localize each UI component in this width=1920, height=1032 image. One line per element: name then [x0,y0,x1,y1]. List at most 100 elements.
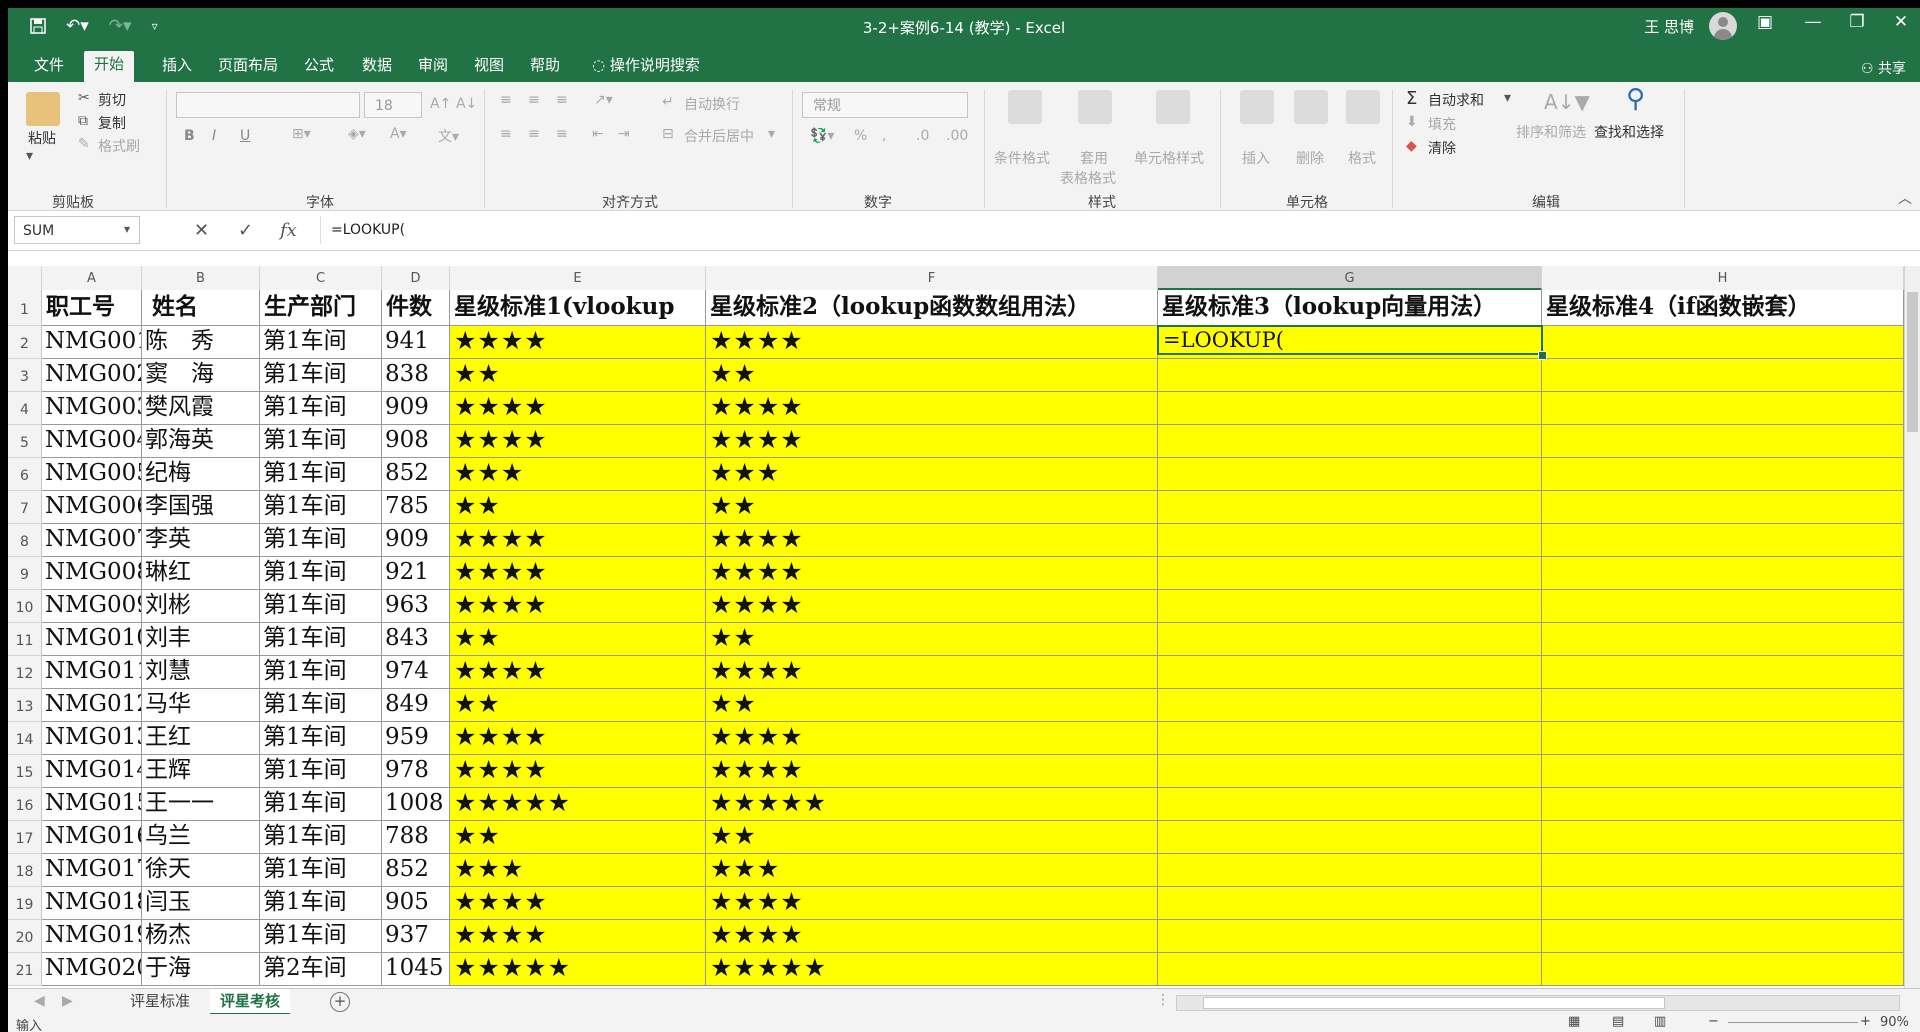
cell-s1[interactable]: ★★★★ [450,755,706,788]
fill-handle[interactable] [1538,351,1547,360]
cell-name[interactable]: 王一一 [142,788,260,821]
insert-cells-button[interactable]: 插入 [1242,148,1270,168]
cell-empty[interactable] [1158,425,1542,458]
tab-page-layout[interactable]: 页面布局 [208,52,288,82]
cell-empty[interactable] [1542,524,1904,557]
cell-name[interactable]: 王红 [142,722,260,755]
prev-sheet-icon[interactable]: ◀ [34,993,45,1009]
cell-count[interactable]: 905 [382,887,450,920]
header-cell[interactable]: 星级标准3（lookup向量用法） [1158,290,1542,326]
row-header[interactable]: 21 [8,953,42,986]
cell-empty[interactable] [1542,557,1904,590]
decrease-decimal-icon[interactable]: .00 [946,128,968,144]
select-all-corner[interactable] [8,266,42,290]
cell-s2[interactable]: ★★★★ [706,755,1158,788]
cell-count[interactable]: 978 [382,755,450,788]
cell-id[interactable]: NMG017 [42,854,142,887]
cell-count[interactable]: 788 [382,821,450,854]
cell-dept[interactable]: 第1车间 [260,623,382,656]
row-header[interactable]: 19 [8,887,42,920]
cell-s1[interactable]: ★★ [450,623,706,656]
row-header[interactable]: 13 [8,689,42,722]
format-painter-button[interactable]: 格式刷 [98,136,140,156]
wrap-text-button[interactable]: 自动换行 [684,94,740,114]
increase-indent-icon[interactable]: ⇥ [618,126,630,142]
cancel-icon[interactable]: ✕ [194,220,209,241]
cell-s1[interactable]: ★★ [450,359,706,392]
row-header[interactable]: 11 [8,623,42,656]
cell-s2[interactable]: ★★★★ [706,557,1158,590]
cell-count[interactable]: 1045 [382,953,450,986]
cell-empty[interactable] [1158,458,1542,491]
tell-me-search[interactable]: ◌ 操作说明搜索 [582,52,710,82]
cell-id[interactable]: NMG004 [42,425,142,458]
cell-s2[interactable]: ★★★★ [706,656,1158,689]
row-header[interactable]: 14 [8,722,42,755]
cell-name[interactable]: 刘慧 [142,656,260,689]
cell-count[interactable]: 909 [382,392,450,425]
merge-dropdown-icon[interactable]: ▾ [768,126,775,142]
cell-dept[interactable]: 第1车间 [260,722,382,755]
cell-s2[interactable]: ★★ [706,359,1158,392]
cell-s1[interactable]: ★★★★ [450,590,706,623]
header-cell[interactable]: 职工号 [42,290,142,326]
cell-s1[interactable]: ★★ [450,821,706,854]
borders-icon[interactable]: ⊞▾ [292,126,311,142]
eraser-icon[interactable]: ◆ [1406,138,1417,154]
cell-s2[interactable]: ★★ [706,821,1158,854]
cell-s2[interactable]: ★★★★ [706,392,1158,425]
cell-empty[interactable] [1542,656,1904,689]
increase-font-icon[interactable]: A↑ [430,96,451,112]
format-cells-button[interactable]: 格式 [1348,148,1376,168]
cell-s2[interactable]: ★★★★★ [706,953,1158,986]
cell-count[interactable]: 974 [382,656,450,689]
cell-name[interactable]: 樊风霞 [142,392,260,425]
number-format-select[interactable]: 常规 [802,92,968,118]
cell-count[interactable]: 959 [382,722,450,755]
cell-id[interactable]: NMG019 [42,920,142,953]
cell-empty[interactable] [1158,590,1542,623]
increase-decimal-icon[interactable]: .0 [916,128,929,144]
cell-count[interactable]: 843 [382,623,450,656]
fill-button[interactable]: 填充 [1428,114,1456,134]
cell-dept[interactable]: 第1车间 [260,326,382,359]
cell-id[interactable]: NMG018 [42,887,142,920]
horizontal-scroll-thumb[interactable] [1203,997,1665,1009]
cell-empty[interactable] [1158,689,1542,722]
cell-empty[interactable] [1542,689,1904,722]
cell-s2[interactable]: ★★ [706,491,1158,524]
cell-count[interactable]: 838 [382,359,450,392]
cell-s2[interactable]: ★★★★ [706,920,1158,953]
header-cell[interactable]: 星级标准4（if函数嵌套） [1542,290,1904,326]
cell-s1[interactable]: ★★★★ [450,392,706,425]
cell-id[interactable]: NMG014 [42,755,142,788]
cell-s1[interactable]: ★★★★ [450,326,706,359]
cell-name[interactable]: 郭海英 [142,425,260,458]
cell-s1[interactable]: ★★★★ [450,656,706,689]
underline-button[interactable]: U [240,128,250,144]
row-header[interactable]: 12 [8,656,42,689]
cell-empty[interactable] [1542,788,1904,821]
cell-name[interactable]: 徐天 [142,854,260,887]
paste-dropdown-icon[interactable]: ▾ [26,148,33,164]
cell-count[interactable]: 963 [382,590,450,623]
cell-name[interactable]: 纪梅 [142,458,260,491]
decrease-indent-icon[interactable]: ⇤ [592,126,604,142]
cell-id[interactable]: NMG011 [42,656,142,689]
cell-empty[interactable] [1158,788,1542,821]
row-header[interactable]: 10 [8,590,42,623]
column-header-d[interactable]: D [382,266,450,290]
cell-empty[interactable] [1158,821,1542,854]
cell-s2[interactable]: ★★★★ [706,887,1158,920]
cell-s1[interactable]: ★★★★★ [450,953,706,986]
phonetic-icon[interactable]: 文▾ [438,126,459,146]
cell-empty[interactable] [1158,623,1542,656]
italic-button[interactable]: I [212,128,216,144]
close-icon[interactable]: ✕ [1886,12,1916,32]
cell-id[interactable]: NMG008 [42,557,142,590]
insert-cells-icon[interactable] [1240,90,1274,124]
cell-empty[interactable] [1158,722,1542,755]
format-as-table-button[interactable]: 套用 [1080,148,1108,168]
sheet-tab-assessment[interactable]: 评星考核 [210,989,291,1015]
formula-input[interactable]: =LOOKUP( [320,216,1900,244]
